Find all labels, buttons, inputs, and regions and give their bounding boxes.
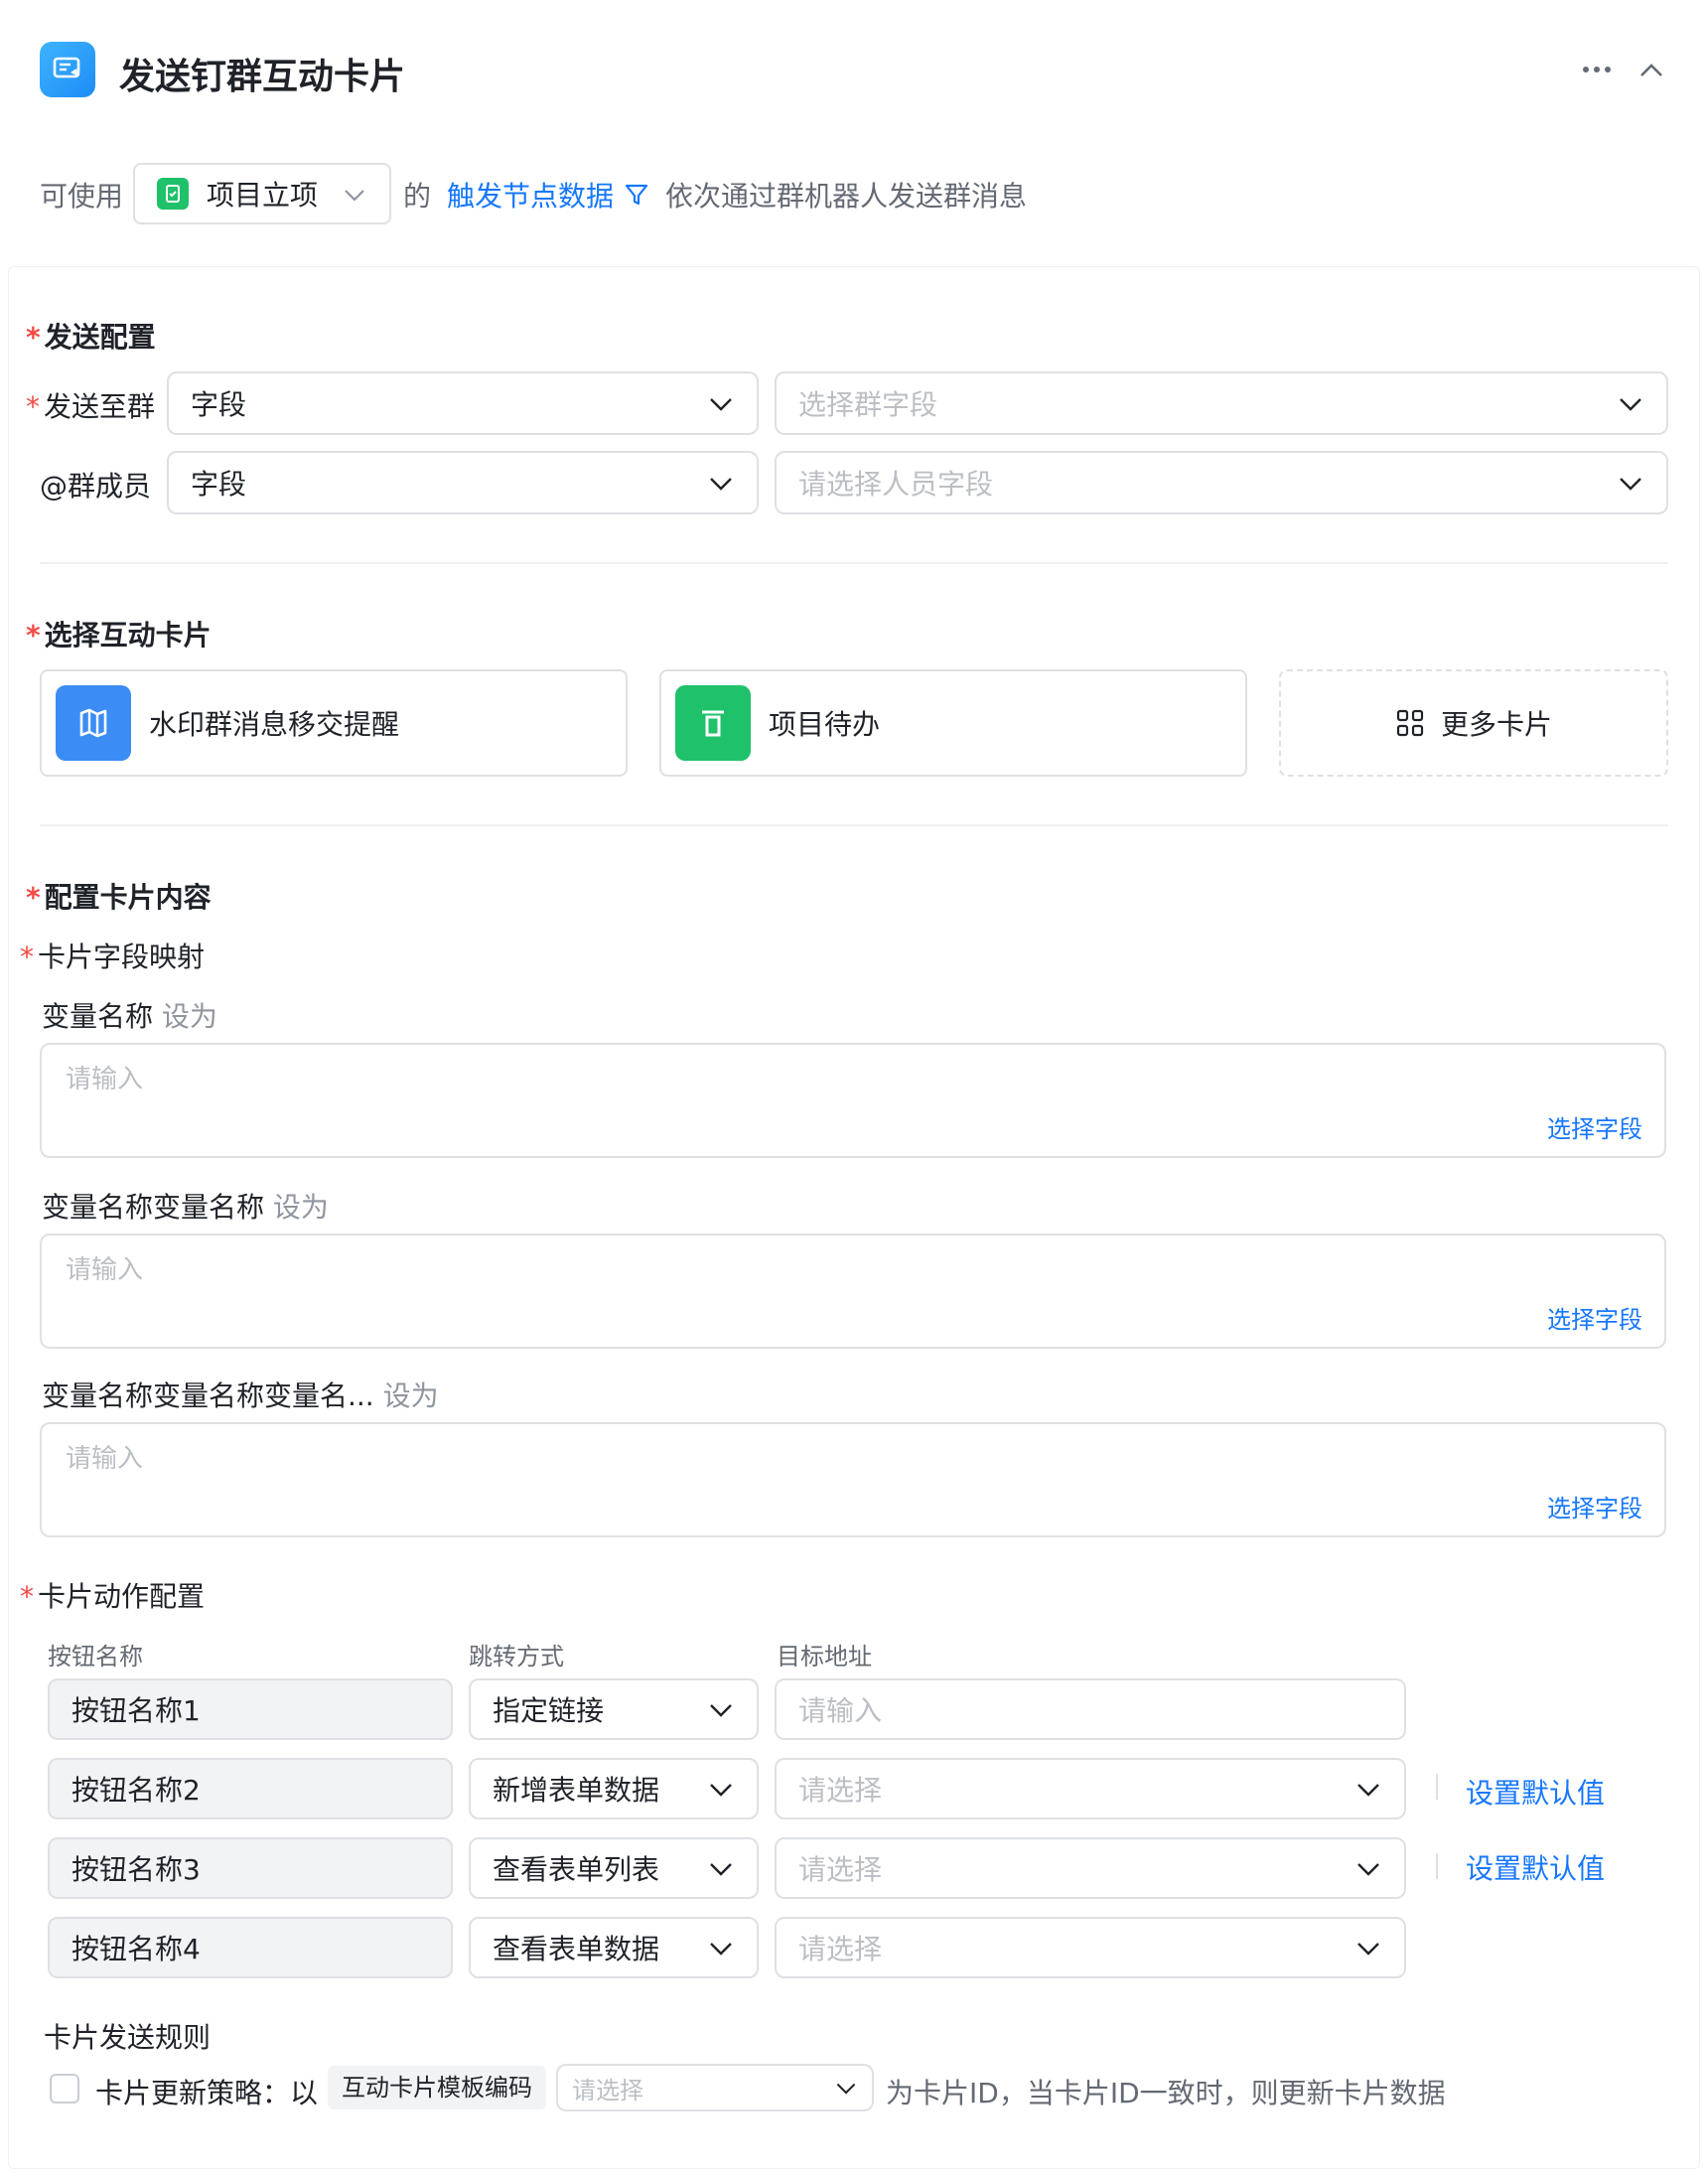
summary-of: 的 bbox=[403, 180, 432, 213]
divider bbox=[40, 562, 1668, 564]
select-field-link[interactable]: 选择字段 bbox=[1547, 1109, 1642, 1144]
card-option-project-todo[interactable]: 项目待办 bbox=[659, 669, 1247, 777]
divider bbox=[40, 824, 1668, 826]
section-card-content: * 配置卡片内容 bbox=[26, 881, 212, 914]
jump-mode-select[interactable]: 新增表单数据 bbox=[469, 1758, 759, 1819]
update-strategy-checkbox[interactable] bbox=[50, 2074, 79, 2104]
chevron-down-icon bbox=[710, 1943, 732, 1956]
summary-prefix: 可使用 bbox=[40, 180, 124, 213]
more-cards-button[interactable]: 更多卡片 bbox=[1279, 669, 1668, 777]
chevron-down-icon bbox=[1357, 1784, 1379, 1797]
node-icon bbox=[40, 42, 95, 97]
field-label: 变量名称变量名称 设为 bbox=[42, 1191, 329, 1224]
chevron-down-icon bbox=[1357, 1943, 1379, 1956]
column-header-button: 按钮名称 bbox=[48, 1643, 143, 1670]
select-field-link[interactable]: 选择字段 bbox=[1547, 1300, 1642, 1335]
chevron-down-icon bbox=[710, 478, 732, 491]
form-select[interactable]: 项目立项 bbox=[133, 163, 391, 224]
template-code-tag: 互动卡片模板编码 bbox=[328, 2066, 546, 2109]
page-title: 发送钉群互动卡片 bbox=[119, 57, 406, 97]
at-members-label: @群成员 bbox=[40, 470, 152, 503]
grid-icon bbox=[1396, 709, 1424, 737]
chevron-down-icon bbox=[710, 1704, 732, 1717]
select-field-link[interactable]: 选择字段 bbox=[1547, 1489, 1642, 1524]
card-option-watermark[interactable]: 水印群消息移交提醒 bbox=[40, 669, 628, 777]
field-value-input[interactable]: 请输入 选择字段 bbox=[40, 1234, 1666, 1349]
card-option-label: 水印群消息移交提醒 bbox=[149, 708, 400, 741]
actions-title: * 卡片动作配置 bbox=[20, 1580, 206, 1613]
separator bbox=[1436, 1853, 1438, 1879]
todo-icon bbox=[675, 685, 751, 761]
field-label: 变量名称 设为 bbox=[42, 1000, 217, 1033]
chevron-down-icon bbox=[710, 1784, 732, 1797]
set-default-link[interactable]: 设置默认值 bbox=[1466, 1847, 1605, 1887]
mapping-title: * 卡片字段映射 bbox=[20, 941, 206, 973]
button-name-input[interactable]: 按钮名称4 bbox=[48, 1917, 453, 1978]
at-members-type-select[interactable]: 字段 bbox=[167, 451, 759, 514]
more-horizontal-icon[interactable] bbox=[1579, 56, 1615, 83]
jump-mode-select[interactable]: 指定链接 bbox=[469, 1678, 759, 1740]
field-value-input[interactable]: 请输入 选择字段 bbox=[40, 1043, 1666, 1158]
target-select[interactable]: 请选择 bbox=[775, 1917, 1406, 1978]
filter-icon[interactable] bbox=[624, 182, 649, 208]
field-label: 变量名称变量名称变量名... 设为 bbox=[42, 1379, 439, 1412]
chevron-up-icon[interactable] bbox=[1637, 56, 1666, 85]
member-field-select[interactable]: 请选择人员字段 bbox=[775, 451, 1668, 514]
source-data-link[interactable]: 触发节点数据 bbox=[447, 175, 649, 215]
separator bbox=[1436, 1774, 1438, 1800]
chevron-down-icon bbox=[710, 398, 732, 411]
chevron-down-icon bbox=[836, 2083, 856, 2095]
form-icon bbox=[157, 178, 189, 210]
section-send-config: * 发送配置 bbox=[26, 321, 156, 354]
column-header-target: 目标地址 bbox=[777, 1643, 872, 1670]
send-to-group-label: * 发送至群 bbox=[26, 390, 156, 423]
column-header-mode: 跳转方式 bbox=[469, 1643, 564, 1670]
send-to-group-type-select[interactable]: 字段 bbox=[167, 371, 759, 435]
form-name: 项目立项 bbox=[207, 179, 319, 212]
summary-suffix: 依次通过群机器人发送群消息 bbox=[665, 180, 1028, 213]
map-icon bbox=[56, 685, 131, 761]
section-card-select: * 选择互动卡片 bbox=[26, 619, 212, 652]
jump-mode-select[interactable]: 查看表单数据 bbox=[469, 1917, 759, 1978]
chevron-down-icon bbox=[345, 190, 364, 202]
update-strategy-select[interactable]: 请选择 bbox=[556, 2064, 874, 2111]
field-value-input[interactable]: 请输入 选择字段 bbox=[40, 1422, 1666, 1537]
button-name-input[interactable]: 按钮名称1 bbox=[48, 1678, 453, 1740]
card-option-label: 项目待办 bbox=[769, 708, 881, 741]
jump-mode-select[interactable]: 查看表单列表 bbox=[469, 1837, 759, 1899]
update-strategy-label: 卡片更新策略：以 bbox=[95, 2077, 319, 2109]
chevron-down-icon bbox=[1620, 398, 1641, 411]
button-name-input[interactable]: 按钮名称3 bbox=[48, 1837, 453, 1899]
chevron-down-icon bbox=[1620, 478, 1641, 491]
group-field-select[interactable]: 选择群字段 bbox=[775, 371, 1668, 435]
target-address-input[interactable]: 请输入 bbox=[775, 1678, 1406, 1740]
chevron-down-icon bbox=[1357, 1863, 1379, 1876]
target-select[interactable]: 请选择 bbox=[775, 1837, 1406, 1899]
set-default-link[interactable]: 设置默认值 bbox=[1466, 1772, 1605, 1812]
update-strategy-suffix: 为卡片ID，当卡片ID一致时，则更新卡片数据 bbox=[886, 2077, 1446, 2109]
send-rule-title: 卡片发送规则 bbox=[44, 2021, 212, 2054]
chevron-down-icon bbox=[710, 1863, 732, 1876]
button-name-input[interactable]: 按钮名称2 bbox=[48, 1758, 453, 1819]
target-select[interactable]: 请选择 bbox=[775, 1758, 1406, 1819]
